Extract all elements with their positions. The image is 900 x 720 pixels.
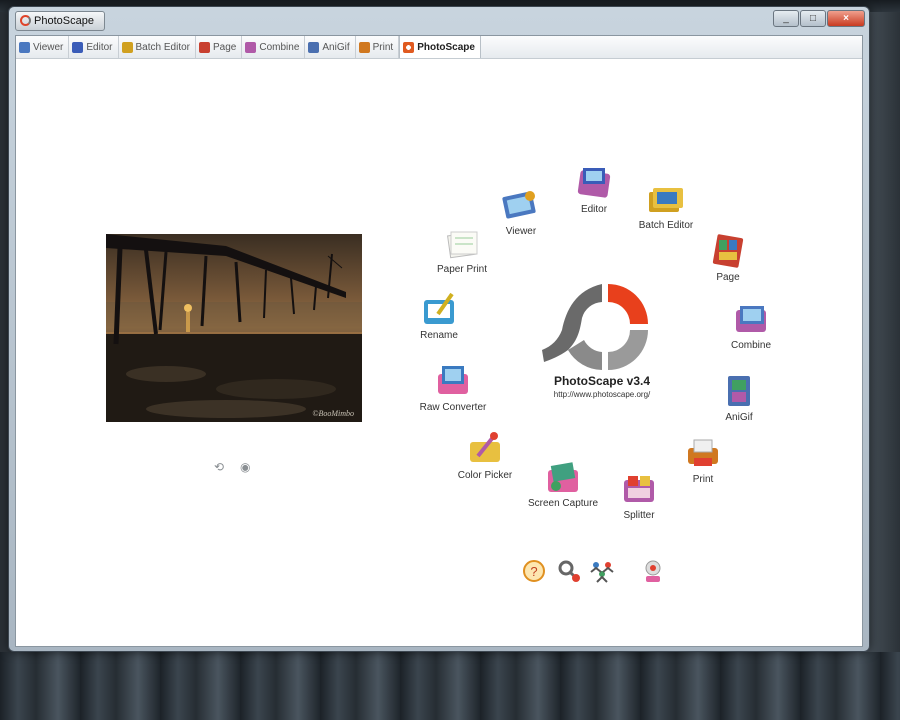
title-bar[interactable]: PhotoScape _ □ ×: [9, 7, 869, 33]
maximize-button[interactable]: □: [800, 10, 826, 27]
paper-print-icon: [447, 231, 478, 259]
editor-tab-icon: [72, 41, 84, 53]
launcher-page[interactable]: Page: [673, 232, 783, 283]
tab-batch-editor[interactable]: Batch Editor: [119, 36, 196, 58]
logo-url-link[interactable]: http://www.photoscape.org/: [522, 390, 682, 399]
editor-icon: [577, 168, 611, 198]
app-logo-icon: [20, 15, 31, 26]
launcher-rename[interactable]: Rename: [384, 290, 494, 341]
pier-sunset-image: [106, 234, 362, 422]
window-title: PhotoScape: [15, 11, 105, 31]
splitter-icon: [624, 476, 654, 502]
print-icon: [688, 439, 718, 466]
combine-icon: [736, 306, 766, 332]
tools-icon[interactable]: [556, 558, 582, 584]
app-window: PhotoScape _ □ × Viewer Editor Batch Edi…: [8, 6, 870, 652]
launcher-anigif[interactable]: AniGif: [684, 372, 794, 423]
client-area: Viewer Editor Batch Editor Page Combine …: [15, 35, 863, 647]
logo-version-title: PhotoScape v3.4: [553, 374, 651, 388]
viewer-icon: [502, 191, 536, 219]
desktop-taskbar-area: [0, 652, 900, 720]
launcher-color-picker[interactable]: Color Picker: [430, 430, 540, 481]
window-title-text: PhotoScape: [34, 15, 94, 27]
page-icon: [712, 234, 744, 268]
tab-print[interactable]: Print: [356, 36, 400, 58]
viewer-tab-icon: [19, 41, 30, 53]
update-icon[interactable]: [640, 558, 666, 584]
screen-capture-icon: [548, 462, 578, 492]
people-icon[interactable]: [589, 558, 615, 584]
photoscape-logo-graphic: [542, 284, 648, 370]
tab-page[interactable]: Page: [196, 36, 243, 58]
print-tab-icon: [358, 41, 370, 53]
tab-combine[interactable]: Combine: [242, 36, 306, 58]
photo-credit: ©BooMimbo: [312, 409, 354, 418]
refresh-icon[interactable]: ⟲: [214, 460, 224, 474]
launcher-raw-converter[interactable]: Raw Converter: [398, 362, 508, 413]
tab-editor[interactable]: Editor: [69, 36, 119, 58]
photoscape-logo: PhotoScape v3.4 http://www.photoscape.or…: [522, 280, 682, 399]
close-button[interactable]: ×: [827, 10, 865, 27]
anigif-icon: [728, 376, 750, 406]
svg-text:?: ?: [530, 564, 537, 579]
photoscape-tab-icon: [403, 41, 415, 53]
launcher-paper-print[interactable]: Paper Print: [407, 224, 517, 275]
featured-photo: ©BooMimbo: [106, 234, 362, 422]
tab-bar: Viewer Editor Batch Editor Page Combine …: [16, 36, 862, 59]
eye-icon[interactable]: ◉: [240, 460, 250, 474]
batch-editor-icon: [649, 188, 683, 212]
launcher-batch-editor[interactable]: Batch Editor: [611, 180, 721, 231]
minimize-button[interactable]: _: [773, 10, 799, 27]
tab-anigif[interactable]: AniGif: [305, 36, 356, 58]
help-icon[interactable]: ?: [521, 558, 547, 584]
tab-viewer[interactable]: Viewer: [16, 36, 70, 58]
rename-icon: [424, 292, 454, 324]
batch-editor-tab-icon: [121, 41, 133, 53]
combine-tab-icon: [245, 41, 257, 53]
page-tab-icon: [199, 41, 210, 53]
raw-converter-icon: [438, 366, 468, 394]
anigif-tab-icon: [308, 41, 320, 53]
tab-photoscape[interactable]: PhotoScape: [399, 36, 481, 58]
color-picker-icon: [470, 432, 500, 462]
launcher-combine[interactable]: Combine: [696, 300, 806, 351]
